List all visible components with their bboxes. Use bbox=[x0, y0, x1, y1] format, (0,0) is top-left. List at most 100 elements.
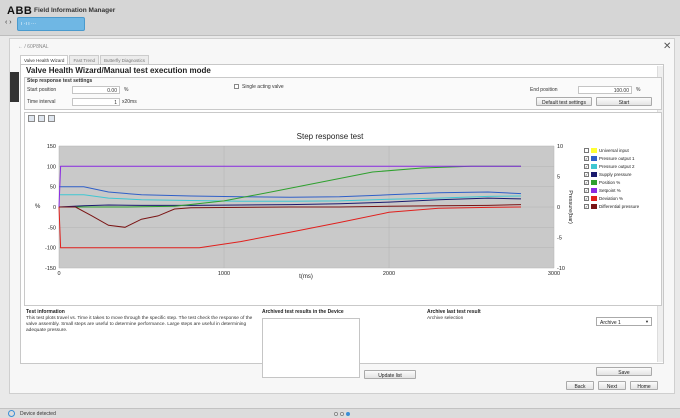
start-position-label: Start position bbox=[27, 87, 57, 93]
info-icon bbox=[8, 410, 15, 417]
y-tick-label: -50 bbox=[48, 225, 56, 231]
x-tick-label: 0 bbox=[57, 271, 60, 277]
y2-tick-label: -5 bbox=[557, 236, 562, 242]
end-position-unit: % bbox=[636, 87, 641, 93]
page-indicator bbox=[334, 412, 350, 416]
y2-tick-label: 0 bbox=[557, 205, 560, 211]
y-tick-label: -100 bbox=[45, 246, 56, 252]
end-position-input[interactable]: 100.00 bbox=[578, 86, 632, 94]
y-axis-label: % bbox=[35, 204, 41, 210]
legend-checkbox[interactable]: ✓ bbox=[584, 179, 589, 185]
legend-swatch bbox=[591, 163, 597, 169]
legend-item[interactable]: Universal input bbox=[584, 146, 658, 154]
legend-swatch bbox=[591, 155, 597, 161]
legend-checkbox[interactable]: ✓ bbox=[584, 195, 589, 201]
export-chart-icon[interactable] bbox=[48, 115, 55, 122]
legend-label: Position % bbox=[599, 179, 621, 185]
title-bar: ABB Field Information Manager ‹ › ı ·ı ı… bbox=[0, 0, 680, 36]
legend-checkbox[interactable]: ✓ bbox=[584, 171, 589, 177]
legend-item[interactable]: ✓ Setpoint % bbox=[584, 186, 658, 194]
archived-results-list[interactable] bbox=[262, 318, 360, 378]
abb-logo: ABB bbox=[7, 5, 33, 17]
legend-label: Supply pressure bbox=[599, 171, 632, 177]
archived-title: Archived test results in the Device bbox=[262, 309, 344, 315]
archive-select-value: Archive 1 bbox=[600, 319, 621, 326]
legend-label: Pressure output 2 bbox=[599, 163, 635, 169]
legend-checkbox[interactable]: ✓ bbox=[584, 203, 589, 209]
close-icon[interactable]: ✕ bbox=[663, 41, 671, 52]
single-acting-label: Single acting valve bbox=[242, 84, 284, 90]
x-axis-label: t(ms) bbox=[299, 274, 313, 280]
legend-checkbox[interactable]: ✓ bbox=[584, 163, 589, 169]
print-chart-icon[interactable] bbox=[38, 115, 45, 122]
legend-label: Differential pressure bbox=[599, 203, 640, 209]
legend-swatch bbox=[591, 203, 597, 209]
legend-label: Universal input bbox=[599, 147, 629, 153]
legend-checkbox[interactable]: ✓ bbox=[584, 187, 589, 193]
time-interval-label: Time interval bbox=[27, 99, 56, 105]
end-position-label: End position bbox=[530, 87, 558, 93]
home-button[interactable]: Home bbox=[630, 381, 658, 390]
y-axis-ticks: 150 100 50 0 -50 -100 -150 bbox=[45, 144, 56, 272]
time-interval-input[interactable]: 1 bbox=[72, 98, 120, 106]
legend-checkbox[interactable] bbox=[584, 147, 589, 153]
legend-swatch bbox=[591, 187, 597, 193]
single-acting-checkbox[interactable] bbox=[234, 84, 239, 89]
next-button[interactable]: Next bbox=[598, 381, 626, 390]
settings-title: Step response test settings bbox=[27, 78, 93, 84]
device-nav-icon[interactable]: ‹ › bbox=[5, 19, 12, 26]
y-tick-label: 50 bbox=[50, 185, 56, 191]
start-button[interactable]: Start bbox=[596, 97, 652, 106]
test-information: Test information This test plots travel … bbox=[26, 309, 256, 374]
legend-item[interactable]: ✓ Position % bbox=[584, 178, 658, 186]
back-button[interactable]: Back bbox=[566, 381, 594, 390]
page-title: Valve Health Wizard/Manual test executio… bbox=[26, 66, 211, 75]
legend-swatch bbox=[591, 147, 597, 153]
legend-item[interactable]: ✓ Supply pressure bbox=[584, 170, 658, 178]
legend-swatch bbox=[591, 171, 597, 177]
y-tick-label: 0 bbox=[53, 205, 56, 211]
y2-tick-label: 10 bbox=[557, 144, 563, 150]
start-position-unit: % bbox=[124, 87, 129, 93]
legend-item[interactable]: ✓ Differential pressure bbox=[584, 202, 658, 210]
legend-swatch bbox=[591, 179, 597, 185]
test-info-text: This test plots travel vs. Time it takes… bbox=[26, 316, 253, 333]
y2-axis-ticks: 1050-5-10 bbox=[557, 144, 565, 272]
default-test-settings-button[interactable]: Default test settings bbox=[536, 97, 592, 106]
app-title: Field Information Manager bbox=[34, 7, 116, 14]
legend-item[interactable]: ✓ Deviation % bbox=[584, 194, 658, 202]
page-dot[interactable] bbox=[340, 412, 344, 416]
chart-legend: Universal input ✓ Pressure output 1 ✓ Pressu… bbox=[584, 146, 658, 210]
time-interval-unit: x20ms bbox=[122, 99, 137, 105]
page-dot-active[interactable] bbox=[346, 412, 350, 416]
legend-swatch bbox=[591, 195, 597, 201]
save-chart-icon[interactable] bbox=[28, 115, 35, 122]
save-button[interactable]: Save bbox=[596, 367, 652, 376]
legend-item[interactable]: ✓ Pressure output 1 bbox=[584, 154, 658, 162]
x-tick-label: 2000 bbox=[383, 271, 395, 277]
chart-title: Step response test bbox=[297, 132, 364, 141]
update-list-button[interactable]: Update list bbox=[364, 370, 416, 379]
x-tick-label: 1000 bbox=[218, 271, 230, 277]
status-text: Device detected bbox=[20, 411, 56, 417]
device-chip[interactable]: ı ·ı ı ··· bbox=[17, 17, 85, 31]
x-tick-label: 3000 bbox=[548, 271, 560, 277]
y-tick-label: -150 bbox=[45, 266, 56, 272]
status-bar: Device detected bbox=[0, 408, 680, 418]
archive-selection-label: Archive selection bbox=[427, 316, 464, 321]
page-dot[interactable] bbox=[334, 412, 338, 416]
breadcrumb[interactable]: ← / 60P8NAL bbox=[18, 44, 49, 50]
archive-select[interactable]: Archive 1 ▼ bbox=[596, 317, 652, 326]
legend-item[interactable]: ✓ Pressure output 2 bbox=[584, 162, 658, 170]
step-response-chart: Step response test 150100500-50-100-150 … bbox=[35, 132, 573, 280]
sidebar-handle[interactable] bbox=[10, 72, 19, 102]
legend-checkbox[interactable]: ✓ bbox=[584, 155, 589, 161]
archive-last-title: Archive last test result bbox=[427, 309, 481, 315]
archive-last: Archive last test result Archive selecti… bbox=[427, 309, 587, 374]
legend-label: Pressure output 1 bbox=[599, 155, 635, 161]
legend-label: Setpoint % bbox=[599, 187, 621, 193]
test-info-title: Test information bbox=[26, 309, 65, 315]
start-position-input[interactable]: 0.00 bbox=[72, 86, 120, 94]
y2-tick-label: 5 bbox=[557, 175, 560, 181]
y2-axis-label: Pressure(bar) bbox=[567, 190, 573, 224]
